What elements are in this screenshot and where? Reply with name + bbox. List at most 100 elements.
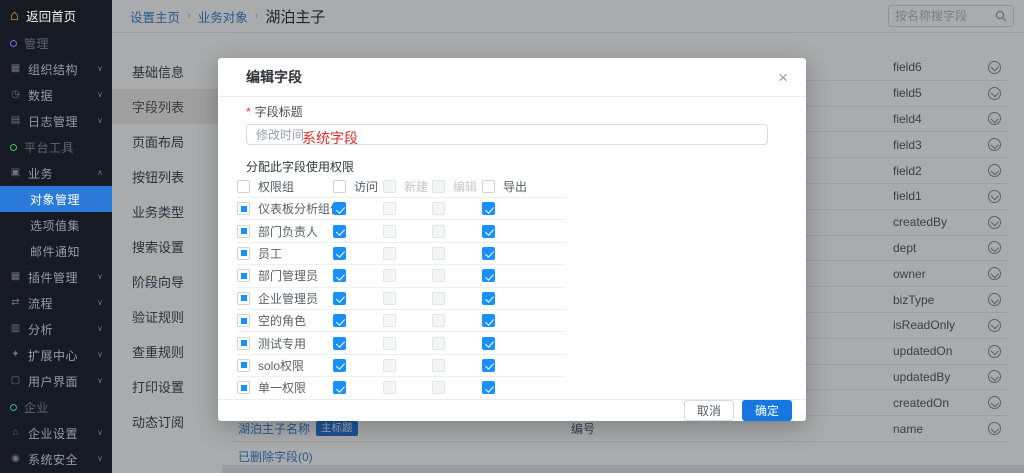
permission-group-name: 单一权限	[258, 379, 306, 396]
back-to-home[interactable]: ⌂ 返回首页	[0, 0, 112, 30]
permission-checkbox[interactable]	[432, 269, 445, 282]
permission-row: solo权限	[237, 355, 566, 377]
group-checkbox[interactable]	[237, 202, 250, 215]
permission-checkbox[interactable]	[482, 381, 495, 394]
modal-footer: 取消 确定	[218, 399, 806, 421]
permission-checkbox[interactable]	[383, 359, 396, 372]
permission-cell	[482, 359, 566, 372]
sidebar-item-org-structure[interactable]: 组织结构	[0, 56, 112, 82]
group-checkbox[interactable]	[237, 247, 250, 260]
permission-checkbox[interactable]	[482, 225, 495, 238]
permission-checkbox[interactable]	[482, 269, 495, 282]
sidebar-item-log-management[interactable]: 日志管理	[0, 108, 112, 134]
sidebar-item-extension-center[interactable]: 扩展中心	[0, 342, 112, 368]
sidebar-item-system-security[interactable]: 系统安全	[0, 446, 112, 472]
workflow-icon	[10, 298, 21, 308]
group-checkbox[interactable]	[237, 269, 250, 282]
permission-checkbox[interactable]	[383, 247, 396, 260]
sidebar-item-admin[interactable]: 管理	[0, 30, 112, 56]
permission-checkbox[interactable]	[482, 314, 495, 327]
permission-checkbox[interactable]	[333, 202, 346, 215]
permission-checkbox[interactable]	[383, 202, 396, 215]
sidebar-item-option-sets[interactable]: 选项值集	[0, 212, 112, 238]
permission-checkbox[interactable]	[432, 314, 445, 327]
permission-checkbox[interactable]	[432, 359, 445, 372]
system-field-annotation: 系统字段	[302, 128, 358, 148]
permission-checkbox[interactable]	[333, 225, 346, 238]
chevron-down-icon	[97, 377, 112, 385]
permission-checkbox[interactable]	[432, 225, 445, 238]
permission-checkbox[interactable]	[482, 247, 495, 260]
permission-checkbox[interactable]	[333, 314, 346, 327]
permission-group-cell: 企业管理员	[237, 290, 333, 307]
group-checkbox[interactable]	[237, 314, 250, 327]
permission-group-cell: 单一权限	[237, 379, 333, 396]
permission-checkbox[interactable]	[432, 381, 445, 394]
permission-group-name: 空的角色	[258, 312, 306, 329]
column-checkbox[interactable]	[482, 180, 495, 193]
column-label: 导出	[503, 178, 527, 195]
permission-checkbox[interactable]	[333, 269, 346, 282]
permission-checkbox[interactable]	[383, 269, 396, 282]
group-checkbox[interactable]	[237, 381, 250, 394]
permission-checkbox[interactable]	[482, 292, 495, 305]
permission-checkbox[interactable]	[432, 247, 445, 260]
group-checkbox[interactable]	[237, 337, 250, 350]
permission-checkbox[interactable]	[432, 292, 445, 305]
column-checkbox[interactable]	[333, 180, 346, 193]
sidebar-item-label: 数据	[28, 87, 53, 104]
permission-checkbox[interactable]	[383, 337, 396, 350]
sidebar-item-analysis[interactable]: 分析	[0, 316, 112, 342]
permission-checkbox[interactable]	[482, 359, 495, 372]
chevron-down-icon	[97, 91, 112, 99]
permission-checkbox[interactable]	[333, 359, 346, 372]
sidebar-item-object-management[interactable]: 对象管理	[0, 186, 112, 212]
sidebar-item-workflow[interactable]: 流程	[0, 290, 112, 316]
permission-checkbox[interactable]	[333, 381, 346, 394]
group-checkbox[interactable]	[237, 292, 250, 305]
enterprise-icon	[10, 404, 17, 411]
group-checkbox[interactable]	[237, 225, 250, 238]
permission-checkbox[interactable]	[383, 292, 396, 305]
permission-cell	[383, 269, 432, 282]
permission-group-cell: solo权限	[237, 357, 333, 374]
sidebar-item-data[interactable]: 数据	[0, 82, 112, 108]
confirm-button[interactable]: 确定	[742, 400, 792, 421]
business-icon	[10, 168, 21, 178]
column-checkbox[interactable]	[432, 180, 445, 193]
chevron-down-icon	[97, 455, 112, 463]
sidebar-item-enterprise-settings[interactable]: 企业设置	[0, 420, 112, 446]
sidebar: ⌂ 返回首页 管理组织结构数据日志管理平台工具业务对象管理选项值集邮件通知插件管…	[0, 0, 112, 473]
group-checkbox[interactable]	[237, 359, 250, 372]
permission-cell	[333, 269, 383, 282]
permission-checkbox[interactable]	[482, 202, 495, 215]
sidebar-item-business[interactable]: 业务	[0, 160, 112, 186]
column-checkbox[interactable]	[237, 180, 250, 193]
extension-center-icon	[10, 350, 21, 360]
sidebar-item-enterprise[interactable]: 企业	[0, 394, 112, 420]
permission-cell	[333, 314, 383, 327]
cancel-button[interactable]: 取消	[684, 400, 734, 421]
sidebar-item-plugin-management[interactable]: 插件管理	[0, 264, 112, 290]
permission-cell	[383, 314, 432, 327]
permission-checkbox[interactable]	[482, 337, 495, 350]
permission-checkbox[interactable]	[383, 314, 396, 327]
sidebar-item-label: 企业	[24, 399, 49, 416]
sidebar-item-platform-tools[interactable]: 平台工具	[0, 134, 112, 160]
permission-cell	[333, 225, 383, 238]
permission-checkbox[interactable]	[383, 381, 396, 394]
permission-checkbox[interactable]	[333, 247, 346, 260]
chevron-up-icon	[97, 169, 112, 177]
permission-checkbox[interactable]	[432, 202, 445, 215]
column-checkbox[interactable]	[383, 180, 396, 193]
permission-cell	[333, 247, 383, 260]
permission-group-cell: 仪表板分析组件	[237, 200, 333, 217]
close-icon[interactable]	[778, 69, 788, 86]
permission-checkbox[interactable]	[333, 337, 346, 350]
permission-checkbox[interactable]	[333, 292, 346, 305]
sidebar-item-user-interface[interactable]: 用户界面	[0, 368, 112, 394]
permission-checkbox[interactable]	[432, 337, 445, 350]
permission-checkbox[interactable]	[383, 225, 396, 238]
sidebar-item-label: 日志管理	[28, 113, 78, 130]
sidebar-item-email-notify[interactable]: 邮件通知	[0, 238, 112, 264]
